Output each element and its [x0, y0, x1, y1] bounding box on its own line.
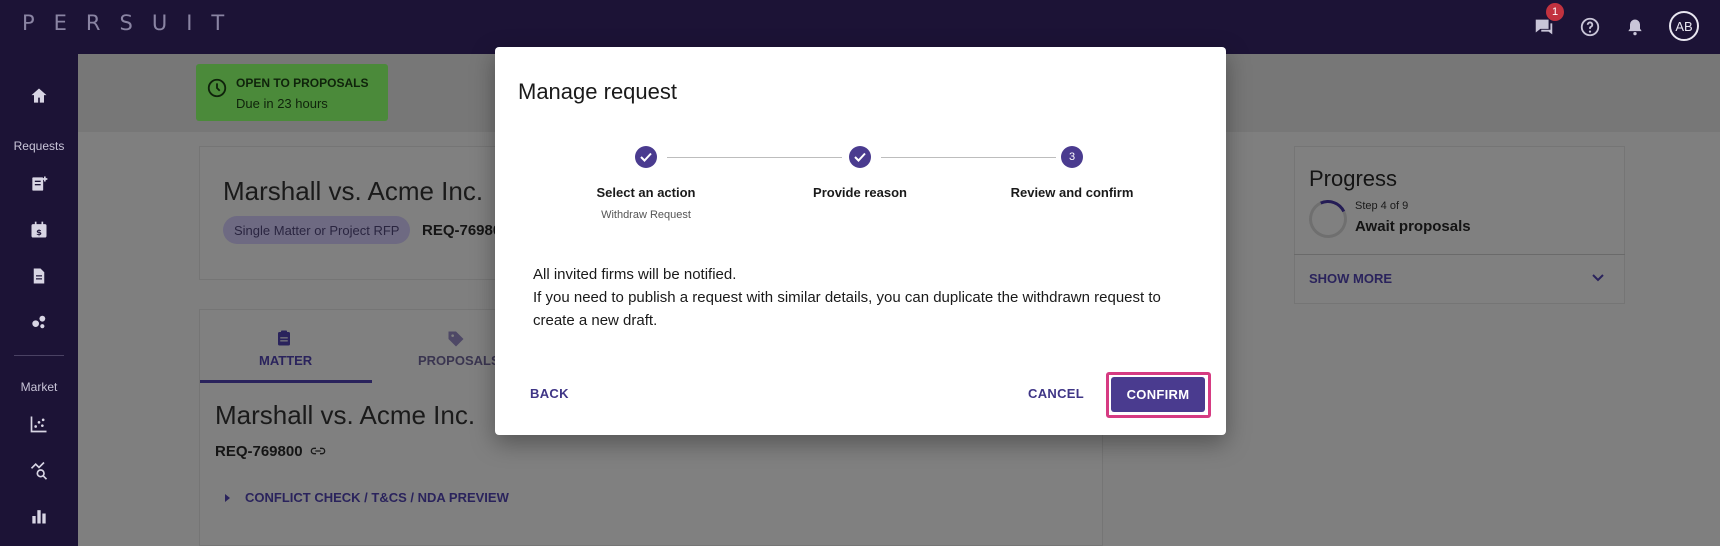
status-banner: OPEN TO PROPOSALS Due in 23 hours — [196, 64, 388, 121]
sidebar-divider — [14, 355, 64, 356]
sidebar-section-market: Market — [20, 380, 58, 394]
new-request-icon[interactable] — [25, 170, 53, 198]
bubbles-icon[interactable] — [25, 308, 53, 336]
caret-right-icon — [225, 494, 230, 502]
cancel-button[interactable]: CANCEL — [1028, 386, 1084, 401]
billing-calendar-icon[interactable]: $ — [25, 216, 53, 244]
notification-count-badge: 1 — [1546, 3, 1564, 21]
step-2-label: Provide reason — [813, 185, 907, 200]
progress-divider — [1294, 254, 1625, 255]
chevron-down-icon[interactable] — [1591, 273, 1605, 283]
tab-active-indicator — [200, 380, 372, 383]
request-body-title: Marshall vs. Acme Inc. — [215, 400, 476, 430]
stepper-connector — [667, 157, 842, 158]
document-icon[interactable] — [25, 262, 53, 290]
sidebar-nav: Requests $ Market — [0, 54, 78, 546]
clipboard-icon — [278, 330, 290, 346]
dialog-body: All invited firms will be notified. If y… — [533, 263, 1193, 332]
request-header-title: Marshall vs. Acme Inc. — [223, 176, 484, 206]
step-3-number-marker: 3 — [1061, 146, 1083, 168]
conflict-check-link[interactable]: CONFLICT CHECK / T&CS / NDA PREVIEW — [245, 490, 509, 505]
analytics-search-icon[interactable] — [25, 456, 53, 484]
request-header-id: REQ-76980 — [422, 222, 502, 239]
status-title: OPEN TO PROPOSALS — [236, 76, 369, 90]
status-due: Due in 23 hours — [236, 96, 328, 111]
step-1-label: Select an action — [596, 185, 696, 200]
check-icon — [640, 152, 652, 162]
top-bar: PERSUIT 1 AB — [0, 0, 1720, 54]
step-1-sublabel: Withdraw Request — [601, 209, 691, 221]
bar-chart-icon[interactable] — [25, 502, 53, 530]
confirm-button[interactable]: CONFIRM — [1111, 377, 1205, 412]
request-type-pill: Single Matter or Project RFP — [223, 216, 411, 244]
clock-icon — [207, 78, 227, 98]
bell-icon[interactable] — [1620, 12, 1650, 42]
step-1-complete-marker — [635, 146, 657, 168]
progress-step: Step 4 of 9 — [1355, 200, 1409, 212]
progress-step-name: Await proposals — [1355, 218, 1471, 235]
dialog-body-line-1: All invited firms will be notified. — [533, 266, 737, 283]
check-icon — [854, 152, 866, 162]
request-body-id: REQ-769800 — [215, 443, 303, 460]
step-2-complete-marker — [849, 146, 871, 168]
manage-request-dialog: Manage request 3 Select an action Withdr… — [495, 47, 1226, 435]
svg-text:$: $ — [36, 227, 42, 237]
tag-icon — [448, 331, 464, 347]
tab-matter[interactable]: MATTER — [259, 353, 312, 368]
sidebar-section-requests: Requests — [13, 139, 65, 153]
persuit-logo[interactable]: PERSUIT — [22, 11, 243, 35]
stepper-connector — [881, 157, 1056, 158]
tab-proposals[interactable]: PROPOSALS — [418, 353, 500, 368]
show-more-link[interactable]: SHOW MORE — [1309, 271, 1392, 286]
dialog-title: Manage request — [518, 79, 677, 104]
scatter-chart-icon[interactable] — [25, 410, 53, 438]
dialog-body-line-2: If you need to publish a request with si… — [533, 289, 1161, 329]
help-icon[interactable] — [1575, 12, 1605, 42]
step-3-label: Review and confirm — [1010, 185, 1134, 200]
home-icon[interactable] — [25, 82, 53, 110]
link-icon[interactable] — [309, 443, 327, 459]
progress-title: Progress — [1309, 166, 1398, 191]
back-button[interactable]: BACK — [530, 386, 569, 401]
user-avatar[interactable]: AB — [1669, 11, 1699, 41]
